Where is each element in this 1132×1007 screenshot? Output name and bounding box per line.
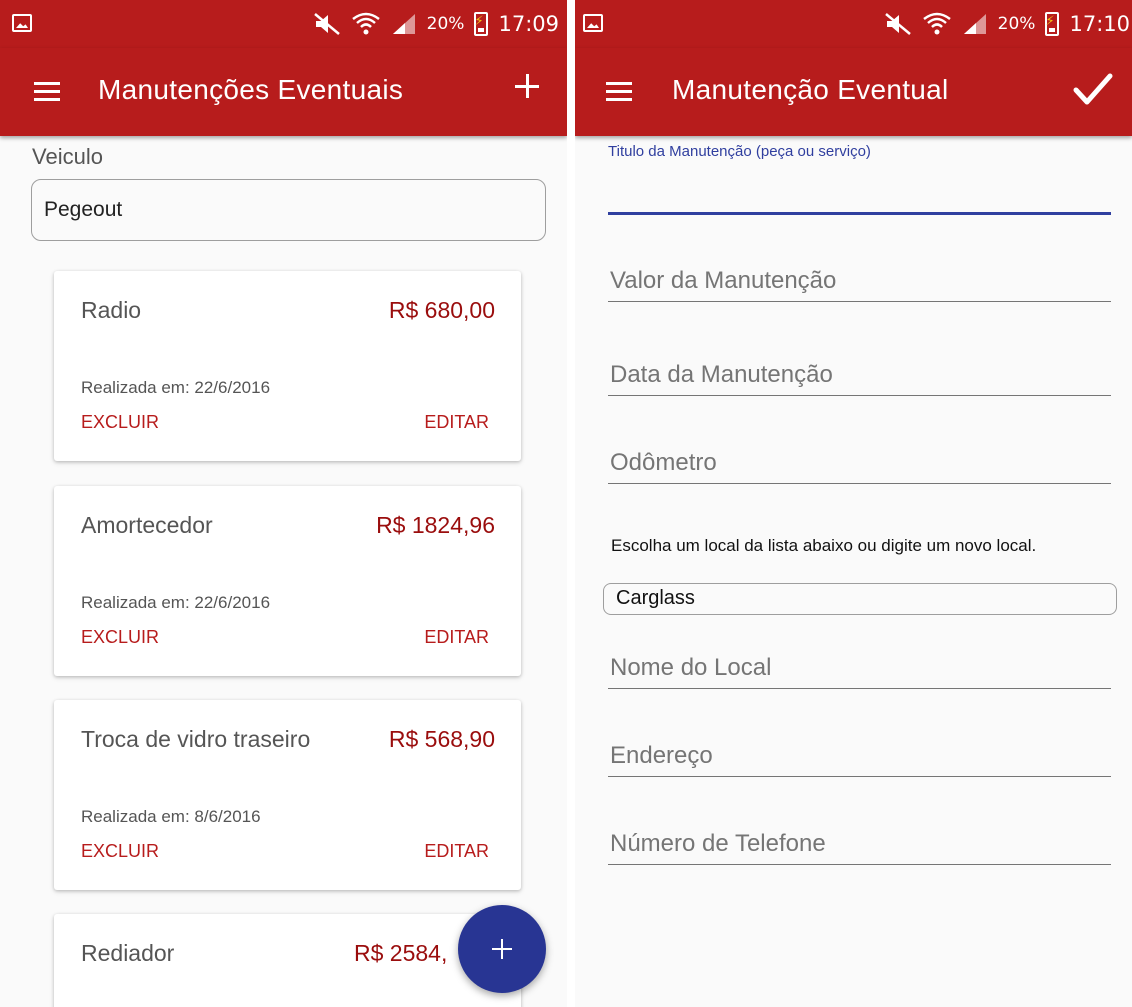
battery-icon [1045,12,1060,36]
image-icon [12,14,32,32]
screen-divider [567,0,575,1007]
clock: 17:10 [1069,12,1130,36]
phone-placeholder: Número de Telefone [610,830,826,857]
image-icon [583,14,603,32]
menu-icon[interactable] [34,82,60,102]
status-bar: 20% 17:09 [0,0,567,48]
card-title: Amortecedor [81,512,213,538]
delete-button[interactable]: EXCLUIR [81,412,159,433]
menu-icon[interactable] [606,82,632,102]
signal-icon [962,12,988,36]
card-date: Realizada em: 22/6/2016 [81,378,271,397]
vehicle-select-value: Pegeout [44,198,123,221]
maintenance-card: Troca de vidro traseiro R$ 568,90 Realiz… [54,700,521,890]
page-title: Manutenção Eventual [672,74,949,105]
maintenance-card: Amortecedor R$ 1824,96 Realizada em: 22/… [54,486,521,676]
title-input-underline [608,212,1111,215]
location-name-input[interactable]: Nome do Local [608,639,1111,689]
app-bar: Manutenção Eventual [575,48,1132,136]
vehicle-label: Veiculo [32,144,103,169]
title-field-label: Titulo da Manutenção (peça ou serviço) [608,143,871,160]
app-bar: Manutenções Eventuais [0,48,567,136]
battery-icon [474,12,489,36]
fab-add-icon [492,939,512,959]
mute-icon [884,12,912,36]
title-input[interactable] [608,165,1111,215]
edit-button[interactable]: EDITAR [424,627,489,648]
battery-percent: 20% [426,14,465,34]
wifi-icon [351,11,381,37]
wifi-icon [922,11,952,37]
card-title: Rediador [81,940,175,966]
battery-percent: 20% [997,14,1036,34]
address-placeholder: Endereço [610,742,713,769]
signal-icon [391,12,417,36]
maintenance-card: Rediador R$ 2584, [54,914,521,1007]
clock: 17:09 [498,12,559,36]
maintenance-card: Radio R$ 680,00 Realizada em: 22/6/2016 … [54,271,521,461]
status-indicators: 20% 17:10 [884,10,1130,38]
edit-button[interactable]: EDITAR [424,841,489,862]
card-title: Radio [81,297,142,323]
date-input[interactable]: Data da Manutenção [608,346,1111,396]
odometer-placeholder: Odômetro [610,449,717,476]
card-title: Troca de vidro traseiro [81,726,311,752]
location-hint: Escolha um local da lista abaixo ou digi… [611,536,1037,555]
value-placeholder: Valor da Manutenção [610,267,837,294]
card-price: R$ 680,00 [388,297,495,323]
status-bar: 20% 17:10 [575,0,1132,48]
value-input[interactable]: Valor da Manutenção [608,252,1111,302]
maintenance-list-screen: 20% 17:09 Manutenções Eventuais Veiculo … [0,0,567,1007]
card-price: R$ 568,90 [388,726,495,752]
delete-button[interactable]: EXCLUIR [81,627,159,648]
add-fab-button[interactable] [458,905,546,993]
location-select[interactable]: Carglass [603,583,1117,615]
delete-button[interactable]: EXCLUIR [81,841,159,862]
mute-icon [313,12,341,36]
date-placeholder: Data da Manutenção [610,361,833,388]
card-price: R$ 1824,96 [376,512,495,538]
card-date: Realizada em: 22/6/2016 [81,593,271,612]
edit-button[interactable]: EDITAR [424,412,489,433]
page-title: Manutenções Eventuais [98,74,404,105]
phone-input[interactable]: Número de Telefone [608,815,1111,865]
vehicle-select[interactable]: Pegeout [31,179,546,241]
status-indicators: 20% 17:09 [313,10,559,38]
maintenance-form-screen: 20% 17:10 Manutenção Eventual Titulo da … [575,0,1132,1007]
check-icon[interactable] [1072,68,1114,110]
card-price: R$ 2584, [354,940,448,966]
odometer-input[interactable]: Odômetro [608,434,1111,484]
card-date: Realizada em: 8/6/2016 [81,807,261,826]
add-icon[interactable] [515,74,539,98]
address-input[interactable]: Endereço [608,727,1111,777]
location-select-value: Carglass [616,587,695,609]
location-name-placeholder: Nome do Local [610,654,772,681]
